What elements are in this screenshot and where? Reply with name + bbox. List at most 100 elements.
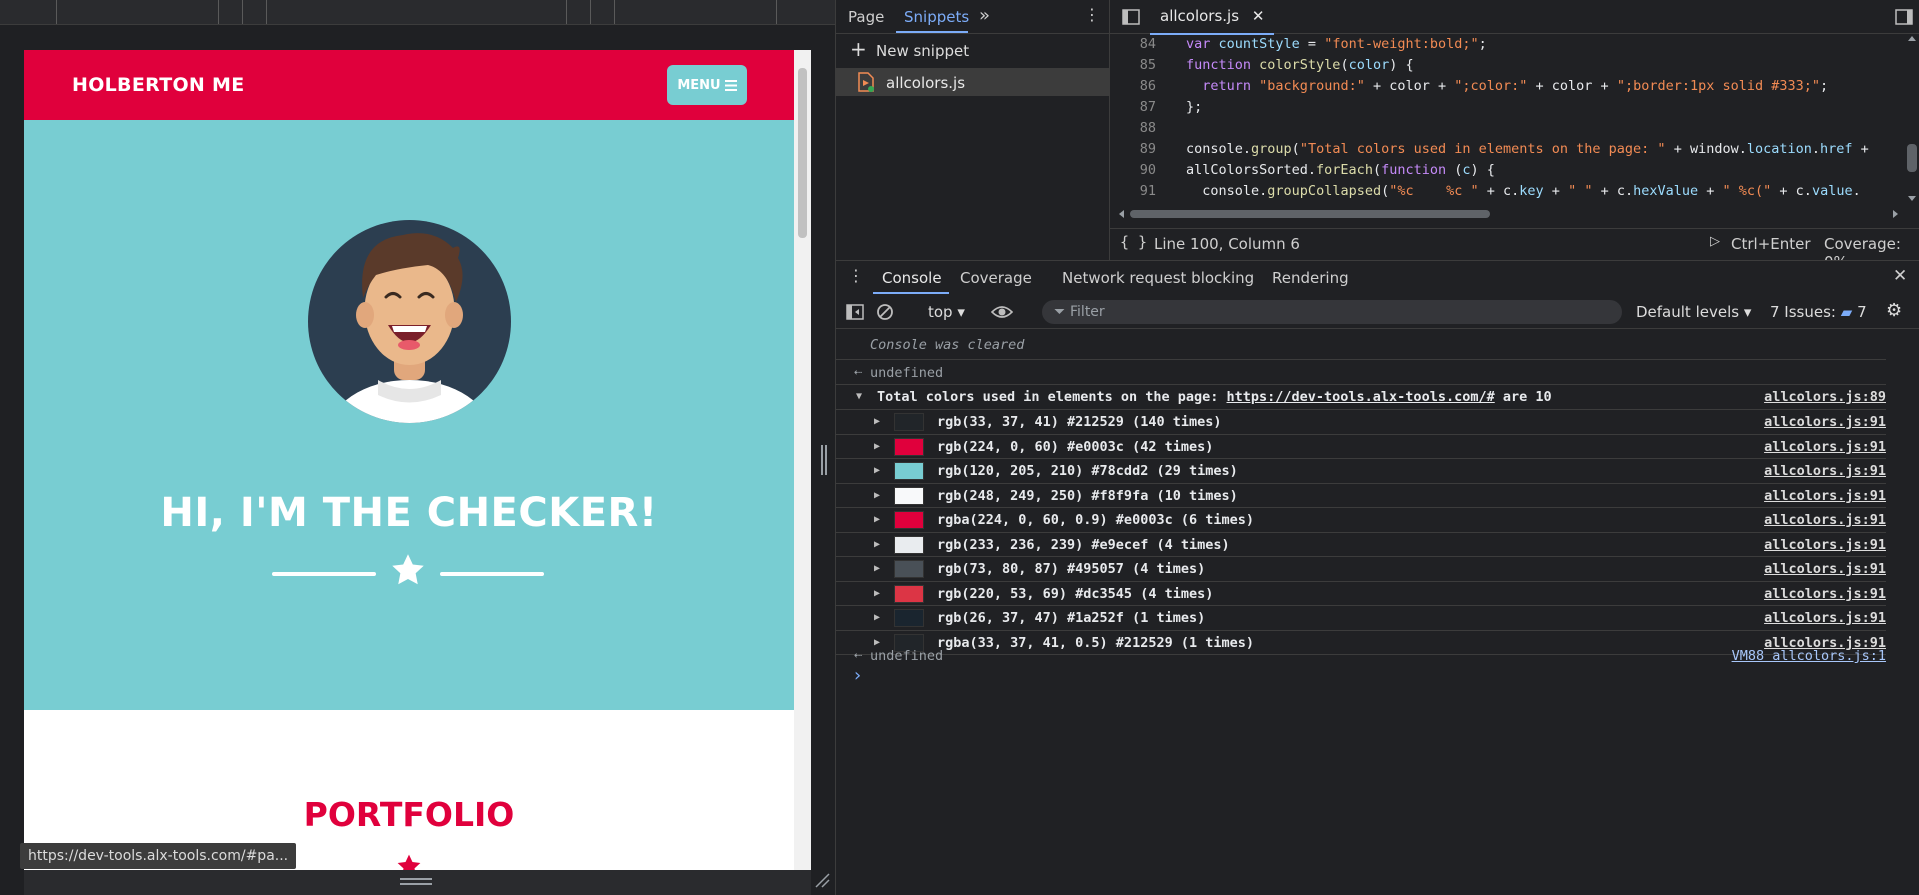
page-scrollbar-thumb[interactable]: [798, 68, 807, 238]
code-line[interactable]: 84 var countStyle = "font-weight:bold;";: [1110, 34, 1905, 55]
run-snippet-icon[interactable]: ▷: [1710, 234, 1720, 249]
color-entry-row[interactable]: ▶ rgb(233, 236, 239) #e9ecef (4 times) all…: [836, 533, 1886, 557]
tab-coverage[interactable]: Coverage: [960, 269, 1032, 287]
line-number[interactable]: 90: [1110, 160, 1186, 181]
expand-triangle-icon[interactable]: ▶: [874, 465, 880, 476]
expand-triangle-icon[interactable]: ▶: [874, 563, 880, 574]
code-line[interactable]: 89 console.group("Total colors used in el…: [1110, 139, 1905, 160]
log-levels-label: Default levels: [1636, 303, 1740, 321]
color-entry-row[interactable]: ▶ rgb(73, 80, 87) #495057 (4 times) allcol…: [836, 557, 1886, 582]
tab-console[interactable]: Console: [882, 269, 942, 287]
color-entry-row[interactable]: ▶ rgba(224, 0, 60, 0.9) #e0003c (6 times)…: [836, 508, 1886, 533]
code-token: + window.: [1665, 141, 1747, 157]
expand-triangle-icon[interactable]: ▶: [874, 416, 880, 427]
color-entry-row[interactable]: ▶ rgb(248, 249, 250) #f8f9fa (10 times) al…: [836, 484, 1886, 508]
source-link[interactable]: allcolors.js:91: [1764, 561, 1886, 577]
source-link[interactable]: allcolors.js:89: [1764, 389, 1886, 405]
hero-section: HI, I'M THE CHECKER!: [24, 120, 794, 710]
source-link[interactable]: allcolors.js:91: [1764, 512, 1886, 528]
line-number[interactable]: 87: [1110, 97, 1186, 118]
code-lines[interactable]: 84 var countStyle = "font-weight:bold;"; 8…: [1110, 34, 1905, 204]
code-token: function: [1381, 162, 1455, 178]
line-number[interactable]: 91: [1110, 181, 1186, 202]
more-tabs-icon[interactable]: »: [979, 5, 990, 26]
line-number[interactable]: 84: [1110, 34, 1186, 55]
tab-page[interactable]: Page: [848, 8, 884, 26]
resize-grip-icon[interactable]: [400, 877, 432, 887]
console-output[interactable]: Console was cleared ⇠ undefined ▼ Total …: [836, 329, 1919, 895]
tab-rendering[interactable]: Rendering: [1272, 269, 1349, 287]
site-brand[interactable]: HOLBERTON ME: [72, 74, 245, 96]
line-number[interactable]: 86: [1110, 76, 1186, 97]
color-entry-row[interactable]: ▶ rgb(120, 205, 210) #78cdd2 (29 times) al…: [836, 459, 1886, 484]
group-title-url[interactable]: https://dev-tools.alx-tools.com/#: [1227, 389, 1495, 405]
code-line[interactable]: 87};: [1110, 97, 1905, 118]
color-entry-text: rgb(73, 80, 87) #495057 (4 times): [937, 561, 1206, 577]
code-token: + c.: [1592, 183, 1634, 199]
color-entry-row[interactable]: ▶ rgb(224, 0, 60) #e0003c (42 times) allco…: [836, 435, 1886, 459]
line-number[interactable]: 89: [1110, 139, 1186, 160]
console-prompt[interactable]: ›: [852, 665, 863, 686]
live-expression-icon[interactable]: [991, 303, 1013, 321]
corner-resize-icon[interactable]: [814, 872, 830, 888]
color-entry-row[interactable]: ▶ rgb(220, 53, 69) #dc3545 (4 times) allco…: [836, 582, 1886, 606]
drawer-menu-icon[interactable]: ⋮: [848, 266, 864, 285]
color-entry-row[interactable]: ▶ rgb(26, 37, 47) #1a252f (1 times) allcol…: [836, 606, 1886, 631]
source-link[interactable]: allcolors.js:91: [1764, 439, 1886, 455]
expand-triangle-icon[interactable]: ▶: [874, 588, 880, 599]
expand-triangle-icon[interactable]: ▶: [874, 612, 880, 623]
tab-network-request-blocking[interactable]: Network request blocking: [1062, 269, 1254, 287]
expand-triangle-icon[interactable]: ▶: [874, 539, 880, 550]
page-scrollbar[interactable]: [794, 50, 811, 870]
menu-button[interactable]: MENU: [667, 65, 747, 105]
code-token: ";color:": [1454, 78, 1528, 94]
editor-vertical-scrollbar[interactable]: [1905, 34, 1919, 204]
editor-status-bar: { } Line 100, Column 6 ▷ Ctrl+Enter Cove…: [1110, 228, 1919, 271]
new-snippet-button[interactable]: + New snippet: [836, 36, 1109, 64]
code-line[interactable]: 90 allColorsSorted.forEach(function (c) {: [1110, 160, 1905, 181]
source-link[interactable]: allcolors.js:91: [1764, 488, 1886, 504]
console-settings-icon[interactable]: ⚙: [1886, 300, 1902, 321]
code-token: " ": [1568, 183, 1593, 199]
snippet-file-item[interactable]: allcolors.js: [836, 68, 1109, 96]
code-line[interactable]: 85 function colorStyle(color) {: [1110, 55, 1905, 76]
new-snippet-label: New snippet: [876, 42, 970, 60]
source-link[interactable]: allcolors.js:91: [1764, 463, 1886, 479]
line-number[interactable]: 88: [1110, 118, 1186, 139]
close-drawer-icon[interactable]: ✕: [1893, 266, 1907, 286]
kebab-menu-icon[interactable]: ⋮: [1084, 5, 1100, 24]
editor-file-tab[interactable]: allcolors.js ✕: [1150, 0, 1275, 35]
expand-triangle-icon[interactable]: ▼: [856, 391, 862, 402]
expand-triangle-icon[interactable]: ▶: [874, 490, 880, 501]
filter-input[interactable]: ⏷ Filter: [1042, 300, 1622, 324]
context-selector[interactable]: top ▾: [928, 303, 965, 321]
source-link[interactable]: allcolors.js:91: [1764, 414, 1886, 430]
color-swatch: [894, 511, 924, 529]
toggle-navigator-icon[interactable]: [1122, 8, 1140, 26]
snippet-file-label: allcolors.js: [886, 74, 966, 92]
color-entry-row[interactable]: ▶ rgb(33, 37, 41) #212529 (140 times) allc…: [836, 410, 1886, 435]
console-group-header[interactable]: ▼ Total colors used in elements on the p…: [836, 385, 1886, 410]
source-link[interactable]: allcolors.js:91: [1764, 586, 1886, 602]
toggle-debugger-icon[interactable]: [1895, 8, 1913, 26]
line-number[interactable]: 85: [1110, 55, 1186, 76]
pretty-print-icon[interactable]: { }: [1120, 233, 1147, 251]
clear-console-icon[interactable]: [876, 303, 894, 321]
tab-snippets[interactable]: Snippets: [904, 8, 969, 26]
log-levels-dropdown[interactable]: Default levels ▾: [1636, 303, 1751, 321]
rendered-page: HOLBERTON ME MENU HI, I'M THE CHECKER! P…: [24, 50, 794, 870]
result-arrow-icon: ⇠: [854, 364, 863, 380]
source-link[interactable]: allcolors.js:91: [1764, 537, 1886, 553]
split-handle-icon[interactable]: [820, 445, 828, 475]
expand-triangle-icon[interactable]: ▶: [874, 514, 880, 525]
source-link[interactable]: allcolors.js:91: [1764, 610, 1886, 626]
code-line[interactable]: 91 console.groupCollapsed("%c %c " + c.k…: [1110, 181, 1905, 202]
issues-button[interactable]: 7 Issues: ▰ 7: [1770, 303, 1867, 321]
vm-source-link[interactable]: VM88 allcolors.js:1: [1732, 648, 1886, 664]
sidebar-toggle-icon[interactable]: [846, 303, 864, 321]
expand-triangle-icon[interactable]: ▶: [874, 441, 880, 452]
code-line[interactable]: 88: [1110, 118, 1905, 139]
close-icon[interactable]: ✕: [1252, 7, 1265, 25]
editor-horizontal-scrollbar[interactable]: [1116, 207, 1901, 221]
code-line[interactable]: 86 return "background:" + color + ";colo…: [1110, 76, 1905, 97]
